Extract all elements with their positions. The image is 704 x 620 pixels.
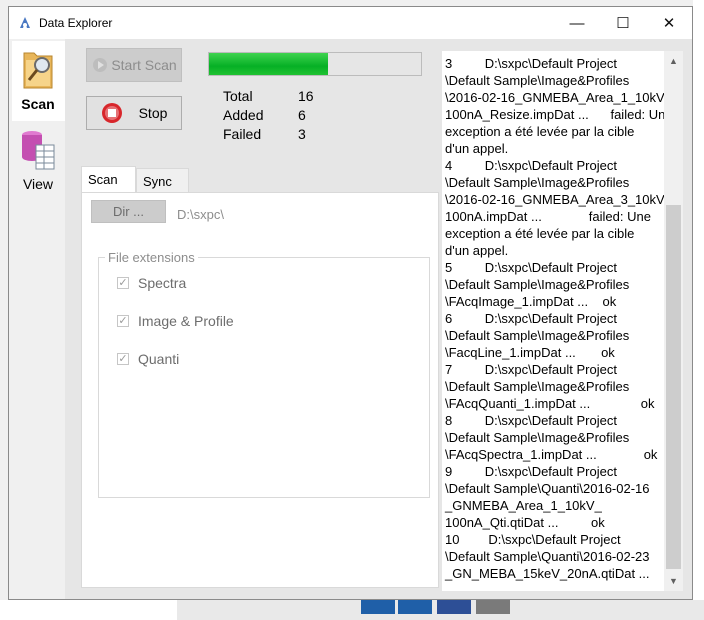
close-button[interactable]: ✕ [646,7,692,39]
log-line: exception a été levée par la cible [445,124,635,139]
data-explorer-window: Data Explorer — ☐ ✕ Scan View Start Scan… [8,6,693,600]
database-table-icon [22,131,55,170]
stop-icon [101,103,122,123]
log-line: \Default Sample\Quanti\2016-02-23 [445,549,650,564]
twitter-icon [361,600,395,614]
start-scan-label: Start Scan [111,57,177,73]
image-profile-checkbox[interactable]: ✓ Image & Profile [117,313,234,329]
log-line: 100nA_Resize.impDat ... failed: Une [445,107,672,122]
tab-sync-label: Sync [143,174,172,189]
log-line: \Default Sample\Quanti\2016-02-16 [445,481,650,496]
background-footer [0,600,704,620]
facebook-icon [437,600,471,614]
rail-item-scan[interactable]: Scan [12,41,66,121]
log-line: \Default Sample\Image&Profiles [445,73,630,88]
stop-button[interactable]: Stop [86,96,182,130]
log-line: \FAcqSpectra_1.impDat ... ok [445,447,658,462]
rail-label-scan: Scan [21,96,55,112]
log-line: \Default Sample\Image&Profiles [445,277,630,292]
left-rail: Scan View [9,39,66,599]
quanti-checkbox[interactable]: ✓ Quanti [117,351,179,367]
minimize-icon: — [569,14,585,32]
log-line: \FacqLine_1.impDat ... ok [445,345,615,360]
stat-value-added: 6 [298,107,306,123]
log-line: 100nA.impDat ... failed: Une [445,209,651,224]
log-line: 100nA_Qti.qtiDat ... ok [445,515,605,530]
scroll-thumb[interactable] [666,205,681,569]
stat-label-total: Total [223,88,253,104]
file-extensions-legend: File extensions [105,250,198,265]
scroll-down-icon[interactable]: ▼ [664,573,683,589]
log-line: 4 D:\sxpc\Default Project [445,158,617,173]
checkbox-spectra-box[interactable]: ✓ [117,277,129,289]
log-scrollbar[interactable]: ▲ ▼ [664,51,683,591]
folder-search-icon [23,52,53,89]
scan-progress-bar [208,52,422,76]
stat-value-total: 16 [298,88,314,104]
scan-log-text: 3 D:\sxpc\Default Project \Default Sample… [445,55,672,582]
log-line: \2016-02-16_GNMEBA_Area_3_10kV_ [445,192,672,207]
window-title: Data Explorer [39,16,113,30]
log-line: \FAcqImage_1.impDat ... ok [445,294,617,309]
log-line: exception a été levée par la cible [445,226,635,241]
dir-button[interactable]: Dir ... [91,200,166,223]
log-line: 3 D:\sxpc\Default Project [445,56,617,71]
tab-sync[interactable]: Sync [136,168,189,192]
app-icon [20,17,30,28]
close-icon: ✕ [662,15,676,32]
spectra-checkbox[interactable]: ✓ Spectra [117,275,186,291]
scan-progress-fill [209,53,328,75]
maximize-button[interactable]: ☐ [600,7,646,39]
image-profile-label: Image & Profile [138,313,234,329]
checkbox-quanti-box[interactable]: ✓ [117,353,129,365]
start-scan-button[interactable]: Start Scan [86,48,182,82]
rail-item-view[interactable]: View [12,127,64,201]
log-line: 8 D:\sxpc\Default Project [445,413,617,428]
scroll-up-icon[interactable]: ▲ [664,53,683,69]
log-line: d'un appel. [445,141,509,156]
start-scan-icon [93,58,108,72]
quanti-label: Quanti [138,351,180,367]
scan-log[interactable]: 3 D:\sxpc\Default Project \Default Sample… [442,51,672,591]
background-page [693,0,704,620]
log-line: _GN_MEBA_15keV_20nA.qtiDat ... [445,566,650,581]
minimize-button[interactable]: — [554,7,600,39]
log-line: _GNMEBA_Area_1_10kV_ [445,498,602,513]
file-extensions-group [98,257,430,498]
log-line: \2016-02-16_GNMEBA_Area_1_10kV_ [445,90,672,105]
log-line: \Default Sample\Image&Profiles [445,175,630,190]
log-line: 7 D:\sxpc\Default Project [445,362,617,377]
stat-label-added: Added [223,107,264,123]
title-bar[interactable]: Data Explorer — ☐ ✕ [9,7,692,39]
rail-label-view: View [22,176,54,192]
checkbox-image-profile-box[interactable]: ✓ [117,315,129,327]
log-line: \FAcqQuanti_1.impDat ... ok [445,396,655,411]
stat-label-failed: Failed [223,126,262,142]
log-line: \Default Sample\Image&Profiles [445,379,630,394]
dir-button-label: Dir ... [112,204,145,219]
log-line: \Default Sample\Image&Profiles [445,430,630,445]
stop-label: Stop [138,105,168,121]
tab-scan-label: Scan [88,172,118,187]
log-line: d'un appel. [445,243,509,258]
log-line: 10 D:\sxpc\Default Project [445,532,621,547]
linkedin-icon [398,600,432,614]
email-icon [476,600,510,614]
maximize-icon: ☐ [616,15,630,32]
log-line: 6 D:\sxpc\Default Project [445,311,617,326]
dir-path: D:\sxpc\ [177,207,224,222]
log-line: \Default Sample\Image&Profiles [445,328,630,343]
stat-value-failed: 3 [298,126,306,142]
tab-scan[interactable]: Scan [81,166,136,193]
log-line: 5 D:\sxpc\Default Project [445,260,617,275]
log-line: 9 D:\sxpc\Default Project [445,464,617,479]
spectra-label: Spectra [138,275,187,291]
